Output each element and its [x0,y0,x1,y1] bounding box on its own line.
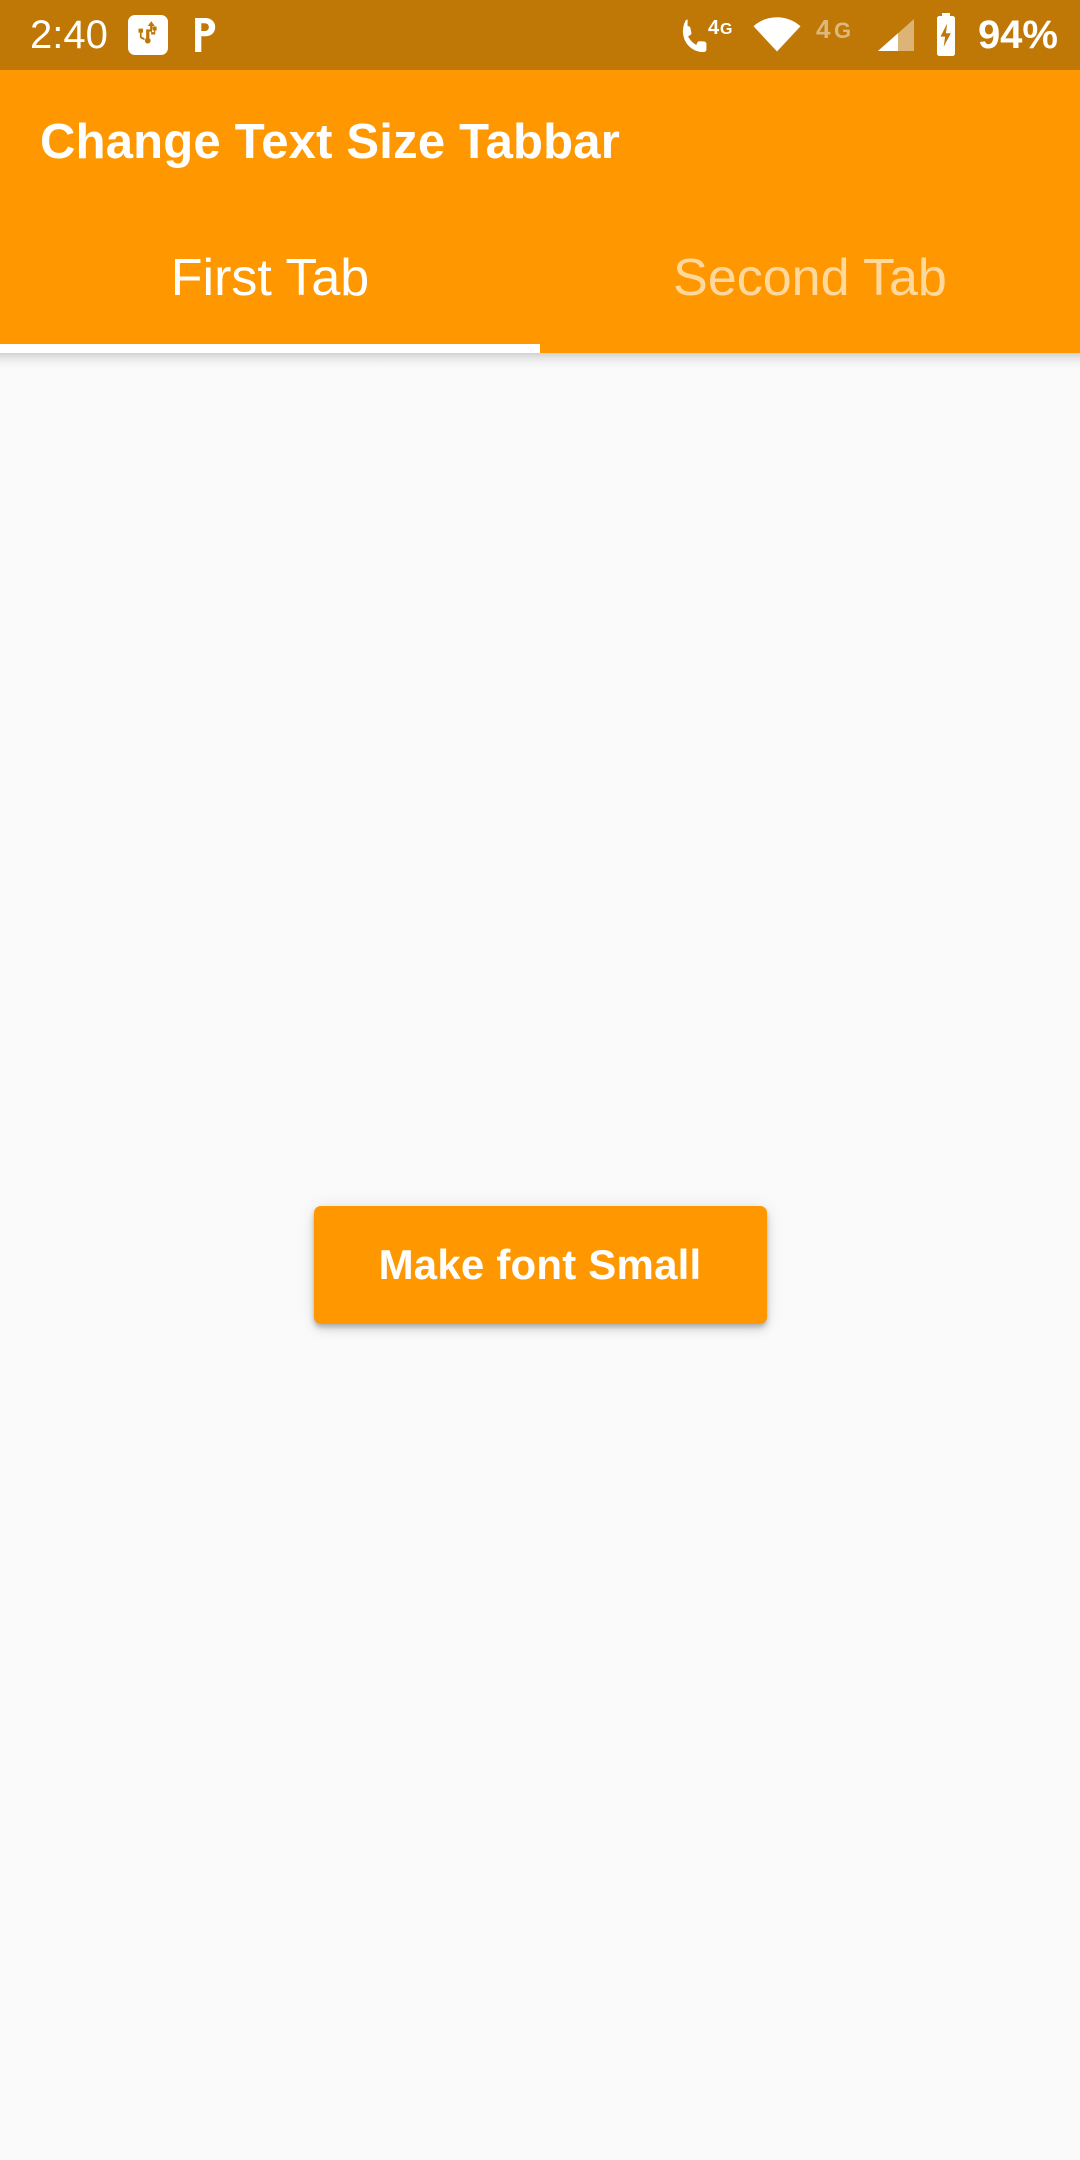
status-bar-right: 4 G 4 G 94% [682,13,1058,57]
page-title: Change Text Size Tabbar [40,115,621,169]
svg-text:4: 4 [816,15,831,44]
svg-text:G: G [720,21,732,38]
tab-bar: First Tab Second Tab [0,215,1080,353]
signal-bars-icon [876,15,918,55]
tab-first-label: First Tab [170,249,370,307]
tab-content-inner: Make font Small [0,369,1080,2160]
tab-second-label: Second Tab [673,249,947,307]
svg-text:G: G [834,18,851,43]
network-type-label: 4 G [816,15,862,55]
app-bar-title-row: Change Text Size Tabbar [0,70,1080,215]
usb-icon [127,15,168,55]
p-letter-icon [188,15,222,55]
app-bar: Change Text Size Tabbar First Tab Second… [0,70,1080,353]
phone-screen: 2:40 4 G 4 G 94% Change Text Size Tabbar… [0,0,1080,2160]
app-bar-shadow [0,353,1080,369]
tab-content-first: Make font Small [0,369,1080,2160]
status-bar-left: 2:40 [30,15,222,55]
make-font-small-button[interactable]: Make font Small [313,1205,767,1324]
volte-4g-icon: 4 G [682,14,738,56]
wifi-icon [752,15,802,55]
tab-second[interactable]: Second Tab [540,215,1080,353]
status-clock: 2:40 [30,13,108,57]
tab-indicator [0,344,540,353]
battery-percent-label: 94% [977,13,1058,57]
status-bar: 2:40 4 G 4 G 94% [0,0,1080,70]
battery-charging-icon [932,13,960,57]
svg-text:4: 4 [708,17,720,39]
tab-first[interactable]: First Tab [0,215,540,353]
